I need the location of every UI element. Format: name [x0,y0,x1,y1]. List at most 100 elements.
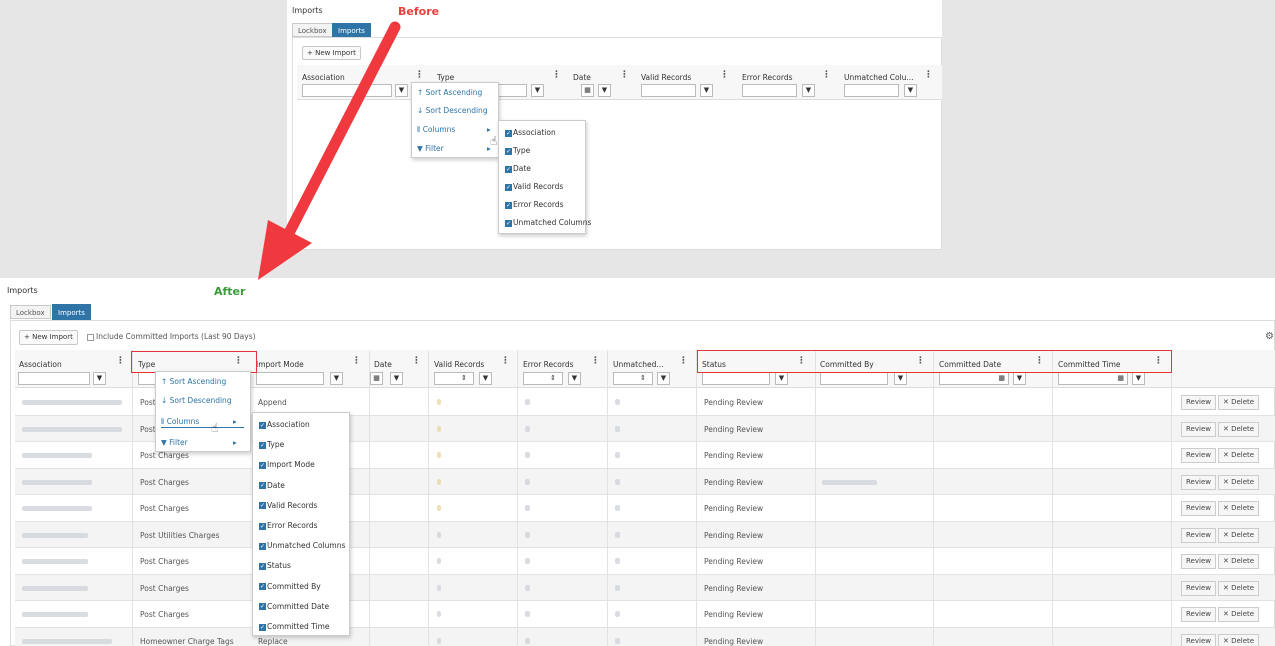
after-menu-sort-desc[interactable]: ↓ Sort Descending [161,396,232,405]
delete-button[interactable]: ✕ Delete [1218,527,1260,543]
kebab-icon[interactable]: ⋮ [822,70,831,80]
filter-icon[interactable]: ▼ [802,84,815,97]
delete-button[interactable]: ✕ Delete [1218,474,1260,490]
filter-icon[interactable]: ▼ [700,84,713,97]
filter-icon[interactable]: ▼ [1013,372,1026,385]
table-row[interactable]: Homeowner Charge Tags Replace Pending Revi… [15,627,1275,646]
after-column-option[interactable]: ✓ Association [259,420,310,429]
before-colopt-error[interactable]: ✓ Error Records [505,200,564,209]
after-col-import-mode[interactable]: Import Mode [256,360,304,369]
delete-button[interactable]: ✕ Delete [1218,554,1260,569]
kebab-icon[interactable]: ⋮ [720,70,729,80]
table-row[interactable]: Post Charges Pending Review Review ✕ Delete [15,468,1275,495]
filter-icon[interactable]: ▼ [598,84,611,97]
after-col-association[interactable]: Association [19,360,62,369]
kebab-icon[interactable]: ⋮ [924,70,933,80]
after-new-import-button[interactable]: + New Import [19,330,78,345]
review-button[interactable]: Review [1181,501,1216,516]
kebab-icon[interactable]: ⋮ [591,356,600,366]
calendar-icon[interactable]: ▦ [581,84,594,97]
after-column-option[interactable]: ✓ Committed By [259,582,321,591]
after-filter-association[interactable] [18,372,90,385]
delete-button[interactable]: ✕ Delete [1218,448,1260,463]
after-filter-error[interactable]: ⇕ [523,372,563,385]
kebab-icon[interactable]: ⋮ [415,70,424,80]
kebab-icon[interactable]: ⋮ [412,356,421,366]
after-column-option[interactable]: ✓ Error Records [259,521,318,530]
filter-icon[interactable]: ▼ [93,372,106,385]
filter-icon[interactable]: ▼ [775,372,788,385]
before-colopt-type[interactable]: ✓ Type [505,146,530,155]
filter-icon[interactable]: ▼ [568,372,581,385]
filter-icon[interactable]: ▼ [531,84,544,97]
calendar-icon[interactable]: ▦ [370,372,383,385]
after-filter-import-mode[interactable] [256,372,324,385]
table-row[interactable]: Post Charges Pending Review Review ✕ Delete [15,574,1275,601]
before-filter-valid[interactable] [641,84,696,97]
table-row[interactable]: Post Charges Pending Review Review ✕ Delete [15,601,1275,628]
after-tab-imports[interactable]: Imports [52,304,91,320]
before-col-unmatched[interactable]: Unmatched Colu... [844,73,914,82]
review-button[interactable]: Review [1181,633,1216,646]
after-menu-columns[interactable]: ⦀ Columns ▸ [161,417,244,428]
after-filter-status[interactable] [702,372,770,385]
kebab-icon[interactable]: ⋮ [552,70,561,80]
delete-button[interactable]: ✕ Delete [1218,501,1260,516]
before-menu-filter[interactable]: ▼ Filter ▸ [417,144,491,153]
kebab-icon[interactable]: ⋮ [501,356,510,366]
before-col-date[interactable]: Date [573,73,591,82]
after-filter-committed-time[interactable]: ▦ [1058,372,1128,385]
delete-button[interactable]: ✕ Delete [1218,607,1260,622]
before-filter-error[interactable] [742,84,797,97]
before-menu-sort-desc[interactable]: ↓ Sort Descending [417,106,488,115]
before-filter-unmatched[interactable] [844,84,899,97]
delete-button[interactable]: ✕ Delete [1218,395,1260,410]
after-col-date[interactable]: Date [374,360,392,369]
include-committed-checkbox[interactable]: Include Committed Imports (Last 90 Days) [87,332,256,341]
after-menu-sort-asc[interactable]: ↑ Sort Ascending [161,377,226,386]
delete-button[interactable]: ✕ Delete [1218,580,1260,596]
after-column-option[interactable]: ✓ Valid Records [259,501,317,510]
after-column-option[interactable]: ✓ Type [259,440,284,449]
kebab-icon[interactable]: ⋮ [116,356,125,366]
review-button[interactable]: Review [1181,474,1216,490]
before-colopt-date[interactable]: ✓ Date [505,164,531,173]
after-col-valid-records[interactable]: Valid Records [434,360,484,369]
review-button[interactable]: Review [1181,580,1216,596]
before-colopt-valid[interactable]: ✓ Valid Records [505,182,563,191]
after-column-option[interactable]: ✓ Status [259,561,291,570]
filter-icon[interactable]: ▼ [894,372,907,385]
before-colopt-association[interactable]: ✓ Association [505,128,556,137]
after-filter-committed-by[interactable] [820,372,888,385]
before-col-error-records[interactable]: Error Records [742,73,793,82]
before-col-type[interactable]: Type [437,73,454,82]
after-filter-unmatched[interactable]: ⇕ [613,372,653,385]
after-column-option[interactable]: ✓ Date [259,481,285,490]
review-button[interactable]: Review [1181,395,1216,410]
before-col-valid-records[interactable]: Valid Records [641,73,691,82]
after-tab-lockbox[interactable]: Lockbox [10,305,51,319]
kebab-icon[interactable]: ⋮ [352,356,361,366]
kebab-icon[interactable]: ⋮ [620,70,629,80]
after-filter-valid[interactable]: ⇕ [434,372,474,385]
filter-icon[interactable]: ▼ [390,372,403,385]
after-col-error-records[interactable]: Error Records [523,360,574,369]
review-button[interactable]: Review [1181,607,1216,622]
after-column-option[interactable]: ✓ Committed Time [259,622,330,631]
before-menu-sort-asc[interactable]: ↑ Sort Ascending [417,88,482,97]
filter-icon[interactable]: ▼ [657,372,670,385]
after-col-unmatched[interactable]: Unmatched... [613,360,664,369]
filter-icon[interactable]: ▼ [479,372,492,385]
table-row[interactable]: Post Charges Pending Review Review ✕ Delete [15,548,1275,575]
review-button[interactable]: Review [1181,554,1216,569]
filter-icon[interactable]: ▼ [1132,372,1145,385]
before-menu-columns[interactable]: ⦀ Columns ▸ [417,125,491,135]
review-button[interactable]: Review [1181,448,1216,463]
delete-button[interactable]: ✕ Delete [1218,633,1260,646]
gear-icon[interactable]: ⚙ [1265,331,1274,342]
kebab-icon[interactable]: ⋮ [679,356,688,366]
filter-icon[interactable]: ▼ [330,372,343,385]
delete-button[interactable]: ✕ Delete [1218,421,1260,437]
after-column-option[interactable]: ✓ Unmatched Columns [259,541,345,550]
after-filter-committed-date[interactable]: ▦ [939,372,1009,385]
